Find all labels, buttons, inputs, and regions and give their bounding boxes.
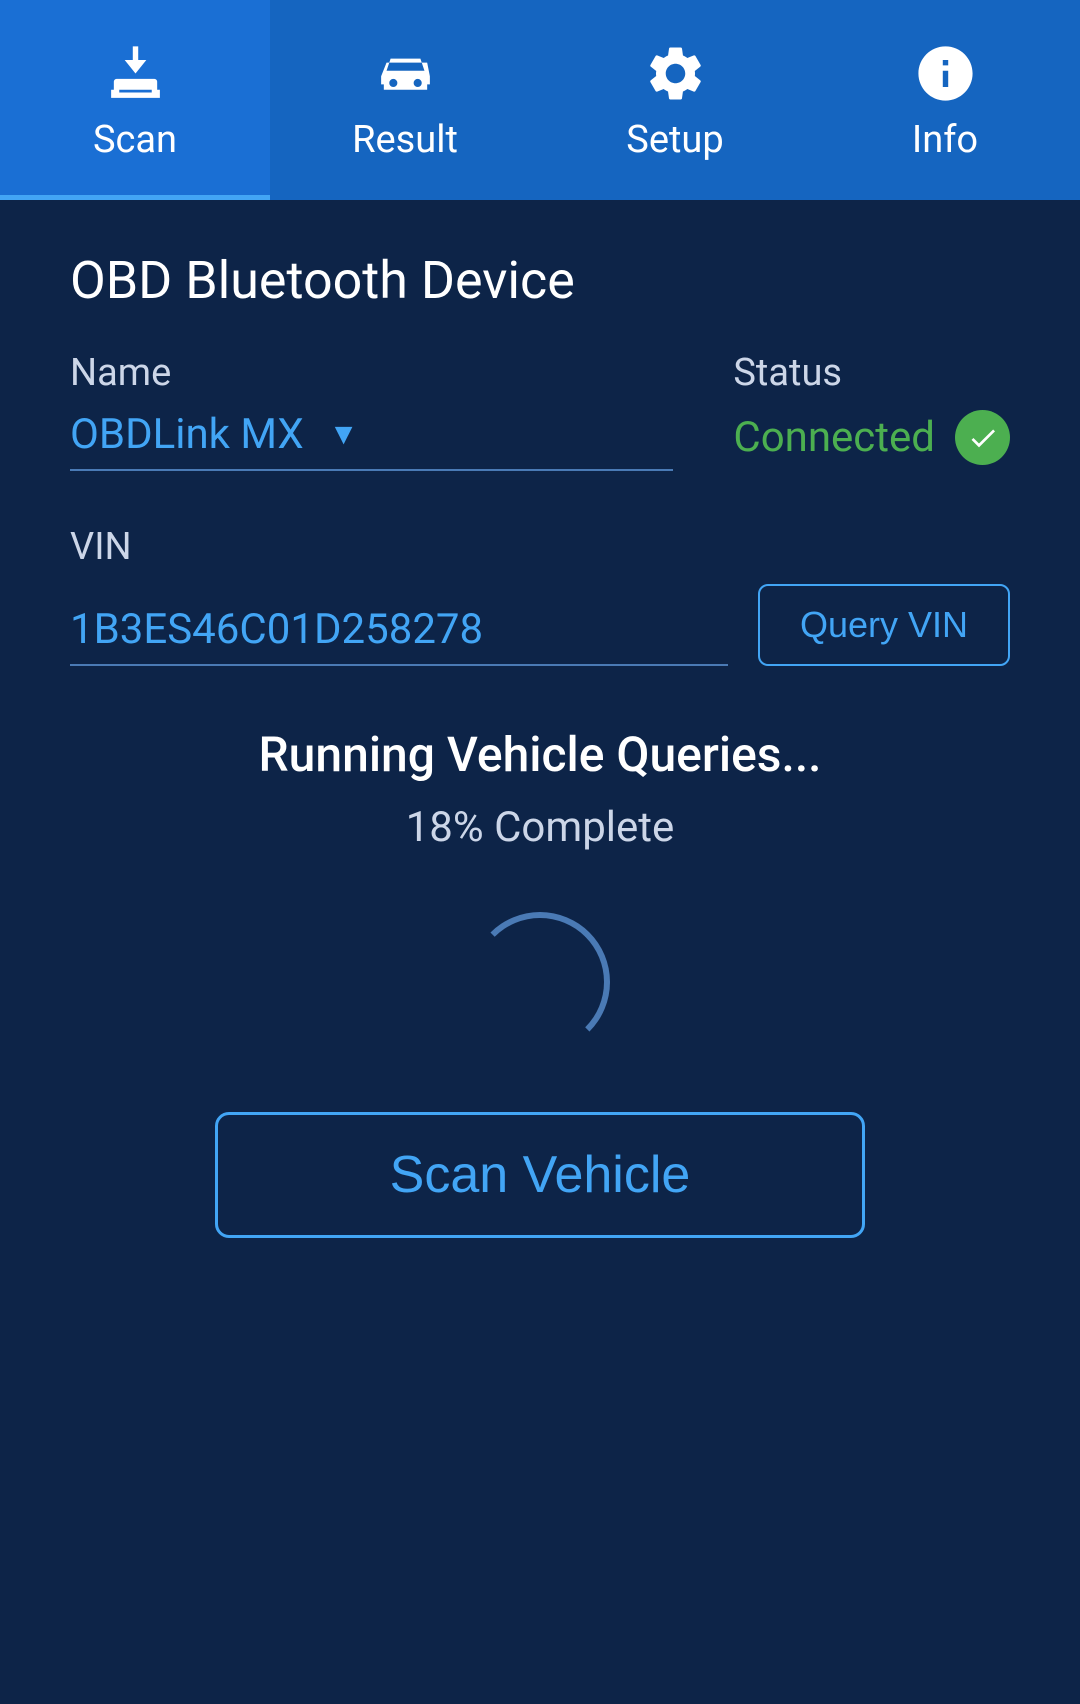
query-status-percent: 18% Complete xyxy=(70,803,1010,852)
vin-row: 1B3ES46C01D258278 Query VIN xyxy=(70,584,1010,666)
query-status: Running Vehicle Queries... 18% Complete xyxy=(70,726,1010,852)
section-title: OBD Bluetooth Device xyxy=(70,250,1010,311)
usb-icon xyxy=(100,38,170,108)
scan-vehicle-button[interactable]: Scan Vehicle xyxy=(215,1112,865,1238)
tab-result[interactable]: Result xyxy=(270,0,540,200)
status-label: Status xyxy=(733,351,1010,395)
tab-info[interactable]: Info xyxy=(810,0,1080,200)
vin-value: 1B3ES46C01D258278 xyxy=(70,605,483,654)
tab-setup-label: Setup xyxy=(626,118,723,162)
vin-section: VIN 1B3ES46C01D258278 Query VIN xyxy=(70,525,1010,666)
chevron-down-icon: ▼ xyxy=(329,417,359,452)
main-content: OBD Bluetooth Device Name OBDLink MX ▼ S… xyxy=(0,200,1080,1288)
tab-scan-label: Scan xyxy=(93,118,177,162)
car-icon xyxy=(370,38,440,108)
device-info-row: Name OBDLink MX ▼ Status Connected xyxy=(70,351,1010,475)
top-navigation: Scan Result Setup Info xyxy=(0,0,1080,200)
name-label: Name xyxy=(70,351,673,395)
status-group: Status Connected xyxy=(733,351,1010,475)
gear-icon xyxy=(640,38,710,108)
info-icon xyxy=(910,38,980,108)
device-name-value: OBDLink MX xyxy=(70,410,304,459)
query-vin-button[interactable]: Query VIN xyxy=(758,584,1010,666)
device-select[interactable]: OBDLink MX ▼ xyxy=(70,410,673,471)
tab-setup[interactable]: Setup xyxy=(540,0,810,200)
status-text: Connected xyxy=(733,413,935,462)
status-row: Connected xyxy=(733,410,1010,475)
loading-spinner-container xyxy=(70,912,1010,1052)
tab-scan[interactable]: Scan xyxy=(0,0,270,200)
vin-label: VIN xyxy=(70,525,132,569)
vin-input-wrapper: 1B3ES46C01D258278 xyxy=(70,605,728,666)
tab-info-label: Info xyxy=(912,118,978,162)
tab-result-label: Result xyxy=(352,118,458,162)
loading-spinner xyxy=(470,912,610,1052)
query-status-title: Running Vehicle Queries... xyxy=(70,726,1010,783)
connected-status-icon xyxy=(955,410,1010,465)
scan-vehicle-btn-wrapper: Scan Vehicle xyxy=(70,1112,1010,1238)
name-group: Name OBDLink MX ▼ xyxy=(70,351,673,471)
